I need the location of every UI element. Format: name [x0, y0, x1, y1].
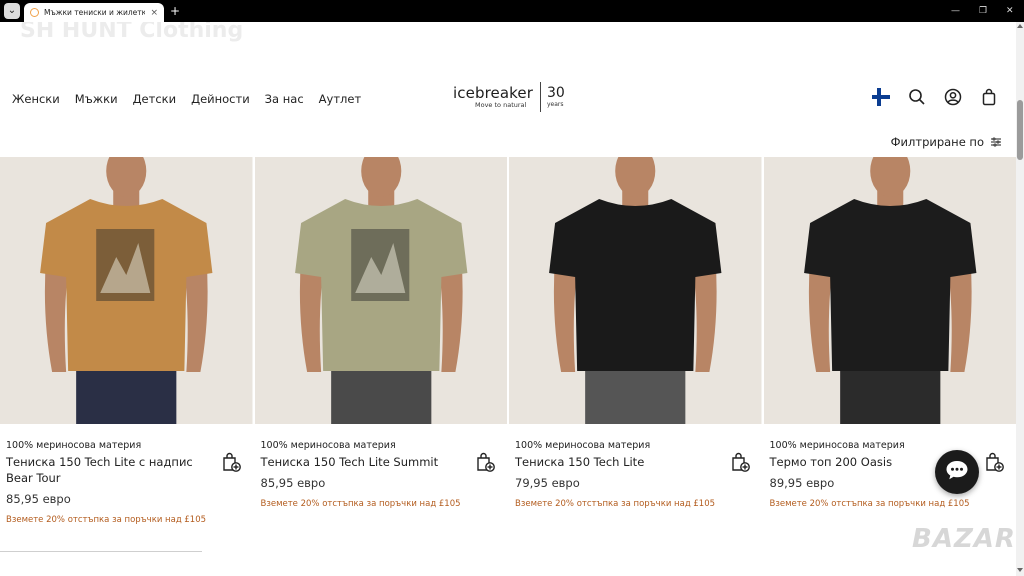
product-price: 79,95 евро [515, 476, 580, 490]
main-nav: Женски Мъжки Детски Дейности За нас Аутл… [12, 92, 361, 106]
search-icon[interactable] [908, 88, 926, 106]
product-image[interactable] [763, 157, 1016, 424]
product-photo-illustration [763, 157, 1016, 424]
product-promo: Вземете 20% отстъпка за поръчки над £105 [260, 499, 461, 509]
browser-menu-button[interactable]: ⌄ [4, 3, 20, 19]
product-card[interactable]: 100% мериносова материя Тениска 150 Tech… [509, 157, 762, 525]
product-material: 100% мериносова материя [260, 440, 396, 451]
nav-item-about[interactable]: За нас [265, 92, 304, 106]
add-to-bag-icon[interactable] [984, 451, 1004, 473]
product-photo-illustration [0, 157, 253, 424]
logo-tagline: Move to natural [475, 101, 527, 109]
product-name[interactable]: Тениска 150 Tech Lite Summit [261, 454, 502, 470]
header-actions [872, 88, 998, 106]
product-grid: 100% мериносова материя Тениска 150 Tech… [0, 157, 1016, 525]
favicon-icon [30, 8, 39, 17]
brand-logo[interactable]: icebreaker Move to natural 30 years [453, 80, 565, 114]
minimize-button[interactable]: — [951, 3, 960, 19]
web-page: SH HUNT Clothing Женски Мъжки Детски Дей… [0, 22, 1016, 576]
shopping-bag-icon[interactable] [980, 88, 998, 106]
filter-sliders-icon [990, 132, 1002, 151]
browser-tab[interactable]: Мъжки тениски и жилетки | I × [24, 3, 164, 22]
logo-brand: icebreaker [453, 84, 533, 102]
product-image[interactable] [254, 157, 507, 424]
window-close-button[interactable]: ✕ [1006, 3, 1014, 19]
content-edge [202, 548, 1016, 552]
browser-titlebar: ⌄ Мъжки тениски и жилетки | I × + — ❐ ✕ [0, 0, 1024, 22]
scroll-down-icon[interactable] [1017, 568, 1023, 572]
chat-button[interactable] [935, 450, 979, 494]
product-name[interactable]: Тениска 150 Tech Lite с надпис Bear Tour [6, 454, 247, 486]
product-card[interactable]: 100% мериносова материя Тениска 150 Tech… [0, 157, 253, 525]
tab-close-icon[interactable]: × [150, 8, 158, 18]
product-material: 100% мериносова материя [6, 440, 142, 451]
nav-item-outlet[interactable]: Аутлет [319, 92, 362, 106]
finland-flag-icon[interactable] [872, 88, 890, 106]
add-to-bag-icon[interactable] [221, 451, 241, 473]
product-price: 85,95 евро [260, 476, 326, 490]
product-image[interactable] [509, 157, 762, 424]
product-card[interactable]: 100% мериносова материя Тениска 150 Tech… [254, 157, 507, 525]
product-name[interactable]: Тениска 150 Tech Lite [515, 454, 756, 470]
product-photo-illustration [509, 157, 762, 424]
filter-label: Филтриране по [890, 134, 984, 149]
scrollbar-thumb[interactable] [1017, 100, 1023, 160]
nav-item-activities[interactable]: Дейности [191, 92, 250, 106]
product-photo-illustration [254, 157, 507, 424]
account-icon[interactable] [944, 88, 962, 106]
logo-anniversary: 30 [546, 84, 565, 101]
add-to-bag-icon[interactable] [475, 451, 495, 473]
nav-item-men[interactable]: Мъжки [75, 92, 118, 106]
new-tab-button[interactable]: + [170, 3, 180, 19]
chat-icon [945, 459, 969, 485]
logo-anniversary-unit: years [546, 100, 564, 108]
page-scrollbar[interactable] [1016, 22, 1024, 576]
bazar-watermark: BAZAR [912, 524, 1016, 554]
product-material: 100% мериносова материя [515, 440, 651, 451]
nav-item-kids[interactable]: Детски [133, 92, 177, 106]
product-promo: Вземете 20% отстъпка за поръчки над £105 [515, 499, 716, 509]
filter-button[interactable]: Филтриране по [891, 132, 1002, 151]
watermark-text: SH HUNT Clothing [20, 22, 244, 43]
product-image[interactable] [0, 157, 253, 424]
product-promo: Вземете 20% отстъпка за поръчки над £105 [6, 515, 207, 525]
nav-item-women[interactable]: Женски [12, 92, 60, 106]
scroll-up-icon[interactable] [1017, 24, 1023, 28]
product-promo: Вземете 20% отстъпка за поръчки над £105 [769, 499, 970, 509]
add-to-bag-icon[interactable] [730, 451, 750, 473]
maximize-button[interactable]: ❐ [979, 3, 987, 19]
product-price: 85,95 евро [6, 492, 71, 506]
browser-tab-title: Мъжки тениски и жилетки | I [44, 8, 146, 17]
product-material: 100% мериносова материя [769, 440, 905, 451]
logo-divider [539, 82, 541, 112]
